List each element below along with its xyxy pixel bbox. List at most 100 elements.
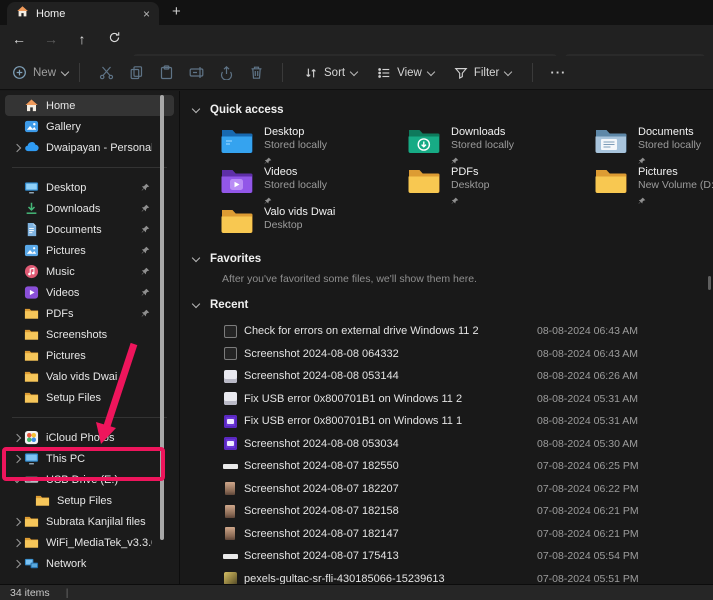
forward-button[interactable]: → [40,31,62,47]
sidebar-item-music[interactable]: Music [5,261,174,282]
sidebar-item-onedrive-personal[interactable]: Dwaipayan - Personal [5,137,174,158]
recent-file-row[interactable]: Screenshot 2024-08-07 17541307-08-2024 0… [180,545,713,568]
sidebar-item-videos[interactable]: Videos [5,282,174,303]
sidebar-item-network[interactable]: Network [5,553,174,574]
recent-file-row[interactable]: Screenshot 2024-08-07 18215807-08-2024 0… [180,500,713,523]
tile-videos[interactable]: Videos Stored locally [220,166,407,206]
sidebar-item-valo-vids-dwai[interactable]: Valo vids Dwai [5,366,174,387]
rename-icon [189,65,204,80]
file-thumbnail-icon [222,554,238,559]
new-tab-button[interactable]: + [172,3,181,20]
sidebar-item-usb-drive[interactable]: USB Drive (E:) [5,469,174,490]
tile-pictures[interactable]: Pictures New Volume (D:) [594,166,713,206]
recent-file-row[interactable]: Screenshot 2024-08-07 18220707-08-2024 0… [180,478,713,501]
file-thumbnail-icon [222,325,238,338]
share-button[interactable] [211,65,241,80]
sort-menu[interactable]: Sort [304,66,357,80]
sidebar-item-subrata-kanjilal-files[interactable]: Subrata Kanjilal files [5,511,174,532]
tile-name: Desktop [264,126,327,139]
file-thumbnail-icon [222,415,238,428]
content-scrollbar[interactable] [708,276,711,290]
pin-icon [141,204,150,216]
tab-close-icon[interactable]: × [143,8,150,20]
toolbar-divider [79,63,80,82]
tile-valo-vids-dwai[interactable]: Valo vids Dwai Desktop [220,206,407,246]
refresh-button[interactable] [103,31,125,47]
sidebar-item-setup-files-usb[interactable]: Setup Files [5,490,174,511]
recent-file-row[interactable]: Screenshot 2024-08-07 18214707-08-2024 0… [180,523,713,546]
sidebar-item-icloud-photos[interactable]: iCloud Photos [5,427,174,448]
sidebar-item-this-pc[interactable]: This PC [5,448,174,469]
expand-chevron-icon[interactable] [10,519,23,525]
chevron-down-icon [61,67,69,75]
tab-home[interactable]: Home × [7,2,159,25]
section-collapse-icon[interactable] [192,254,200,262]
recent-files-list: Check for errors on external drive Windo… [180,320,713,584]
yellow-folder-icon [407,167,440,194]
expand-chevron-icon[interactable] [10,540,23,546]
sidebar-item-documents[interactable]: Documents [5,219,174,240]
delete-button[interactable] [241,65,271,80]
sidebar-item-setup-files[interactable]: Setup Files [5,387,174,408]
recent-file-row[interactable]: Screenshot 2024-08-08 06433208-08-2024 0… [180,343,713,366]
recent-file-row[interactable]: Screenshot 2024-08-08 05314408-08-2024 0… [180,365,713,388]
cut-button[interactable] [91,65,121,80]
sidebar-item-gallery[interactable]: Gallery [5,116,174,137]
pin-icon [638,192,646,209]
sidebar-item-pictures-folder[interactable]: Pictures [5,345,174,366]
tile-documents[interactable]: Documents Stored locally [594,126,713,166]
collapse-chevron-icon[interactable] [10,478,23,482]
file-thumbnail-icon [222,482,238,495]
sidebar-item-pdfs[interactable]: PDFs [5,303,174,324]
tile-name: Documents [638,126,701,139]
sidebar-item-screenshots[interactable]: Screenshots [5,324,174,345]
tile-subtitle: Stored locally [264,139,327,152]
recent-file-row[interactable]: Screenshot 2024-08-08 05303408-08-2024 0… [180,433,713,456]
file-thumbnail-icon [222,572,238,584]
more-options-button[interactable]: ··· [550,65,566,80]
recent-file-row[interactable]: pexels-gultac-sr-fli-430185066-152396130… [180,568,713,585]
document-icon [24,222,39,237]
tile-desktop[interactable]: Desktop Stored locally [220,126,407,166]
tile-pdfs[interactable]: PDFs Desktop [407,166,594,206]
up-button[interactable]: ↑ [71,31,93,47]
tile-downloads[interactable]: Downloads Stored locally [407,126,594,166]
toolbar-divider [532,63,533,82]
expand-chevron-icon[interactable] [10,435,23,441]
new-button[interactable]: New [12,65,68,80]
expand-chevron-icon[interactable] [10,561,23,567]
network-icon [24,556,39,571]
expand-chevron-icon[interactable] [10,145,23,151]
share-icon [219,65,234,80]
recent-file-row[interactable]: Check for errors on external drive Windo… [180,320,713,343]
paste-button[interactable] [151,65,181,80]
section-collapse-icon[interactable] [192,300,200,308]
section-header-quick-access[interactable]: Quick access [180,99,713,121]
icloud-photos-icon [24,430,39,445]
sidebar-item-pictures[interactable]: Pictures [5,240,174,261]
expand-chevron-icon[interactable] [10,456,23,462]
copy-button[interactable] [121,65,151,80]
pin-icon [451,192,459,209]
tile-subtitle: Stored locally [638,139,701,152]
recent-file-row[interactable]: Fix USB error 0x800701B1 on Windows 11 2… [180,388,713,411]
sidebar-item-wifi-mediatek[interactable]: WiFi_MediaTek_v3.3.0.350 [5,532,174,553]
view-menu[interactable]: View [377,66,434,80]
back-button[interactable]: ← [8,31,30,47]
tile-name: Downloads [451,126,514,139]
sidebar-item-home[interactable]: Home [5,95,174,116]
section-collapse-icon[interactable] [192,105,200,113]
filter-menu[interactable]: Filter [454,66,512,80]
rename-button[interactable] [181,65,211,80]
sidebar-item-desktop[interactable]: Desktop [5,177,174,198]
recent-file-row[interactable]: Fix USB error 0x800701B1 on Windows 11 1… [180,410,713,433]
file-thumbnail-icon [222,437,238,450]
section-header-recent[interactable]: Recent [180,294,713,316]
section-title: Recent [210,299,248,311]
section-header-favorites[interactable]: Favorites [180,248,713,270]
recent-file-row[interactable]: Screenshot 2024-08-07 18255007-08-2024 0… [180,455,713,478]
sidebar-item-downloads[interactable]: Downloads [5,198,174,219]
teal-downloads-folder-icon [407,127,440,154]
sidebar-scrollbar[interactable] [160,95,164,540]
folder-icon [24,390,39,405]
